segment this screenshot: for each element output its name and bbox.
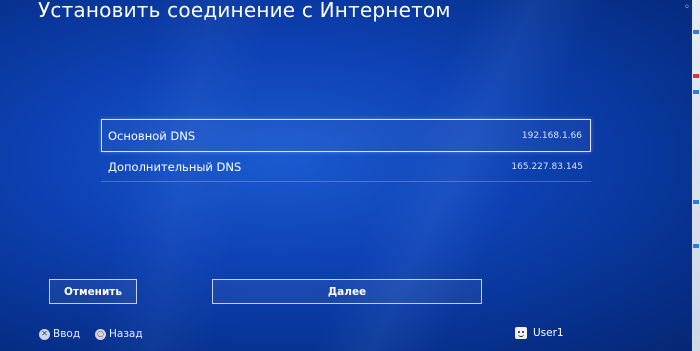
cancel-button[interactable]: Отменить <box>49 279 137 304</box>
enter-hint: ✕ Ввод <box>39 328 80 340</box>
side-strip-mark <box>693 74 699 78</box>
side-window-strip <box>692 0 700 351</box>
dns-settings-list: Основной DNS 192.168.1.66 Дополнительный… <box>101 119 591 182</box>
secondary-dns-value: 165.227.83.145 <box>511 161 583 172</box>
side-strip-mark <box>693 200 699 204</box>
cross-button-icon: ✕ <box>39 328 50 340</box>
back-hint: ○ Назад <box>95 328 143 340</box>
circle-button-icon: ○ <box>95 328 106 340</box>
user-name: User1 <box>533 327 564 339</box>
enter-hint-label: Ввод <box>53 328 81 340</box>
back-hint-label: Назад <box>109 328 143 340</box>
secondary-dns-row[interactable]: Дополнительный DNS 165.227.83.145 <box>101 152 591 182</box>
user-avatar-icon <box>515 327 527 339</box>
side-strip-mark <box>693 90 699 94</box>
primary-dns-label: Основной DNS <box>108 128 196 143</box>
side-strip-mark <box>693 244 699 248</box>
next-button[interactable]: Далее <box>212 279 482 304</box>
page-title: Установить соединение с Интернетом <box>38 0 451 22</box>
side-strip-mark <box>693 30 699 34</box>
secondary-dns-label: Дополнительный DNS <box>108 159 242 174</box>
user-indicator: User1 <box>515 327 564 339</box>
primary-dns-row[interactable]: Основной DNS 192.168.1.66 <box>101 119 591 152</box>
primary-dns-value: 192.168.1.66 <box>521 130 582 141</box>
controller-hints-bar: ✕ Ввод ○ Назад User1 <box>0 324 692 346</box>
ps4-network-settings-screen: Установить соединение с Интернетом ◦ Осн… <box>0 0 700 351</box>
corner-indicator-icon: ◦ <box>684 2 690 13</box>
